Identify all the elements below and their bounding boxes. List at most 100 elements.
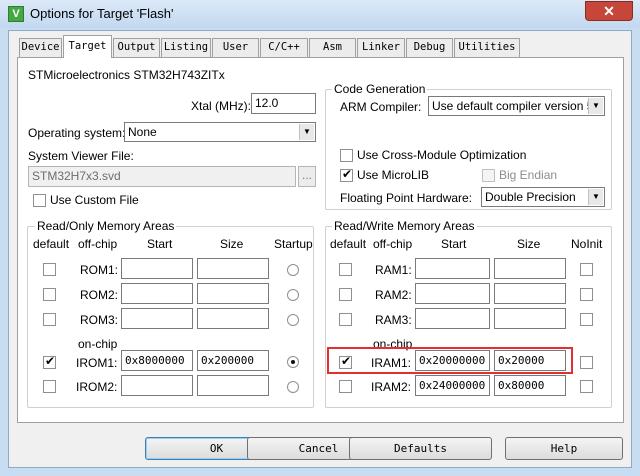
irom2-default-checkbox[interactable] [43,380,56,393]
close-button[interactable]: ✕ [585,1,633,21]
window-title: Options for Target 'Flash' [30,6,174,21]
ram-header-start: Start [441,237,467,251]
tab-user[interactable]: User [212,38,259,57]
chevron-down-icon: ▼ [588,98,603,114]
rom-header-start: Start [147,237,173,251]
big-endian-checkbox[interactable] [482,169,495,182]
svf-label: System Viewer File: [28,149,134,163]
irom1-label: IROM1: [76,356,118,370]
iram1-noinit-checkbox[interactable] [580,356,593,369]
rom3-size-input[interactable] [197,308,269,329]
tab-target[interactable]: Target [63,35,112,58]
rom-header-offchip: off-chip [78,237,118,251]
irom2-start-input[interactable] [121,375,193,396]
ram1-noinit-checkbox[interactable] [580,263,593,276]
rom3-startup-radio[interactable] [287,314,299,326]
rom3-start-input[interactable] [121,308,193,329]
code-generation-title: Code Generation [332,82,428,96]
ram1-default-checkbox[interactable] [339,263,352,276]
tab-linker[interactable]: Linker [357,38,405,57]
rom-header-size: Size [220,237,244,251]
rom2-size-input[interactable] [197,283,269,304]
microlib-label: Use MicroLIB [357,168,430,182]
fpu-select[interactable]: Double Precision ▼ [481,187,605,207]
svf-browse-button[interactable]: ... [298,166,316,187]
use-custom-file-label: Use Custom File [50,193,139,207]
ram-header-noinit: NoInit [571,237,603,251]
rom1-startup-radio[interactable] [287,264,299,276]
rom-group-title: Read/Only Memory Areas [35,219,177,233]
ram3-noinit-checkbox[interactable] [580,313,593,326]
rom2-start-input[interactable] [121,283,193,304]
rom1-default-checkbox[interactable] [43,263,56,276]
os-label: Operating system: [28,126,126,140]
compiler-label: ARM Compiler: [340,100,422,114]
ram-header-offchip: off-chip [373,237,413,251]
rom-header-default: default [33,237,70,251]
irom1-size-input[interactable]: 0x200000 [197,350,269,371]
rom1-size-input[interactable] [197,258,269,279]
tab-debug[interactable]: Debug [406,38,453,57]
cross-module-checkbox[interactable] [340,149,353,162]
rom1-label: ROM1: [80,263,119,277]
big-endian-label: Big Endian [499,168,558,182]
cross-module-label: Use Cross-Module Optimization [357,148,527,162]
iram2-label: IRAM2: [371,380,412,394]
use-custom-file-checkbox[interactable] [33,194,46,207]
irom1-start-input[interactable]: 0x8000000 [121,350,193,371]
ram-group-title: Read/Write Memory Areas [332,219,477,233]
tab-listing[interactable]: Listing [161,38,211,57]
chevron-down-icon: ▼ [588,189,603,205]
ram2-size-input[interactable] [494,283,566,304]
fpu-label: Floating Point Hardware: [340,191,473,205]
ram2-label: RAM2: [375,288,412,302]
rom-onchip-label: on-chip [78,337,118,351]
rom1-start-input[interactable] [121,258,193,279]
iram2-size-input[interactable]: 0x80000 [494,375,566,396]
svf-input[interactable]: STM32H7x3.svd [28,166,296,187]
rom-header-startup: Startup [274,237,313,251]
iram2-start-input[interactable]: 0x24000000 [415,375,490,396]
ram-header-default: default [330,237,367,251]
ram1-size-input[interactable] [494,258,566,279]
rom3-label: ROM3: [80,313,119,327]
tab-utilities[interactable]: Utilities [454,38,520,57]
xtal-input[interactable]: 12.0 [251,93,316,114]
ram-header-size: Size [517,237,541,251]
os-select-value: None [128,125,157,139]
compiler-select[interactable]: Use default compiler version 5 ▼ [428,96,605,116]
ram3-start-input[interactable] [415,308,490,329]
ram2-noinit-checkbox[interactable] [580,288,593,301]
ram2-start-input[interactable] [415,283,490,304]
irom2-size-input[interactable] [197,375,269,396]
iram2-noinit-checkbox[interactable] [580,380,593,393]
irom2-label: IROM2: [76,380,118,394]
os-select[interactable]: None ▼ [124,122,316,142]
ram3-default-checkbox[interactable] [339,313,352,326]
rom3-default-checkbox[interactable] [43,313,56,326]
defaults-button[interactable]: Defaults [349,437,492,460]
tab-c-cpp[interactable]: C/C++ [260,38,308,57]
tab-device[interactable]: Device [19,38,62,57]
iram1-highlight-box [327,347,573,374]
keil-app-icon: V [8,6,24,22]
ram1-label: RAM1: [375,263,412,277]
irom1-default-checkbox[interactable] [43,354,56,369]
ram3-size-input[interactable] [494,308,566,329]
chevron-down-icon: ▼ [299,124,314,140]
microlib-checkbox[interactable] [340,167,353,182]
rom2-default-checkbox[interactable] [43,288,56,301]
rom2-label: ROM2: [80,288,119,302]
irom1-startup-radio[interactable] [287,356,299,368]
ram2-default-checkbox[interactable] [339,288,352,301]
tab-asm[interactable]: Asm [309,38,356,57]
rom2-startup-radio[interactable] [287,289,299,301]
ram3-label: RAM3: [375,313,412,327]
tab-output[interactable]: Output [113,38,160,57]
compiler-select-value: Use default compiler version 5 [432,99,594,113]
iram2-default-checkbox[interactable] [339,380,352,393]
fpu-select-value: Double Precision [485,190,576,204]
ram1-start-input[interactable] [415,258,490,279]
irom2-startup-radio[interactable] [287,381,299,393]
help-button[interactable]: Help [505,437,623,460]
